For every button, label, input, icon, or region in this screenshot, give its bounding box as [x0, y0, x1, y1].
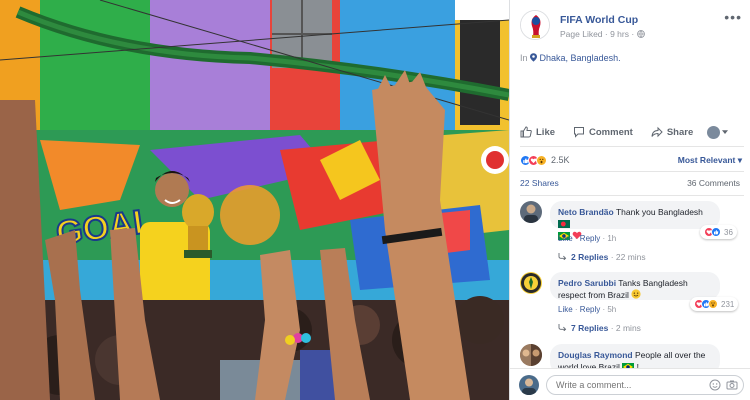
wow-reaction-icon[interactable] — [536, 154, 547, 166]
share-label: Share — [666, 126, 694, 138]
reply-arrow-icon — [558, 324, 567, 332]
globe-icon — [636, 30, 645, 38]
comment-meta: Like · Reply · 1h — [558, 234, 617, 243]
post-viewer: GOAL FIFA World Cup Page Liked · 9 hrs ·… — [0, 0, 750, 400]
comment-author[interactable]: Neto Brandão — [558, 207, 614, 217]
replies-time: 22 mins — [615, 252, 646, 262]
comments-count-link[interactable]: 36 Comments — [687, 178, 740, 188]
location-prefix: In — [520, 53, 531, 63]
comment-like-link[interactable]: Like — [558, 305, 573, 314]
map-pin-icon — [530, 53, 538, 62]
comment-label: Comment — [589, 126, 633, 138]
comment-bubble: Douglas Raymond People all over the worl… — [550, 344, 720, 368]
wow-reaction-icon — [708, 299, 718, 309]
comment-author[interactable]: Douglas Raymond — [558, 350, 633, 360]
comment-reply-link[interactable]: Reply — [580, 234, 600, 243]
post-meta: Page Liked · 9 hrs · — [560, 29, 645, 39]
page-name-link[interactable]: FIFA World Cup — [560, 14, 638, 26]
post-location: In Dhaka, Bangladesh. — [520, 53, 621, 63]
comment-sort-dropdown[interactable]: Most Relevant ▾ — [678, 155, 742, 166]
divider — [520, 146, 744, 147]
comment-bubble-icon — [574, 127, 585, 138]
comment-reactions[interactable]: 231 — [690, 297, 739, 311]
reactions-summary: 2.5K Most Relevant ▾ — [520, 153, 742, 167]
page-avatar[interactable] — [520, 10, 550, 40]
more-options-button[interactable]: ••• — [724, 10, 742, 24]
composer-icons — [709, 379, 738, 391]
view-replies-link[interactable]: 7 Replies · 2 mins — [558, 323, 641, 333]
comment-time[interactable]: 1h — [607, 234, 616, 243]
crowd-celebration-image: GOAL — [0, 0, 509, 400]
shares-count-link[interactable]: 22 Shares — [520, 178, 559, 188]
user-avatar-small — [707, 125, 721, 139]
commenter-avatar[interactable] — [520, 344, 542, 366]
replies-time: 2 mins — [615, 323, 641, 333]
post-meta-text: Page Liked · 9 hrs · — [560, 29, 637, 39]
smiley-emoji-icon — [631, 289, 641, 300]
comment-time[interactable]: 5h — [607, 305, 616, 314]
reaction-count[interactable]: 2.5K — [551, 155, 570, 165]
replies-count: 2 Replies — [571, 252, 609, 262]
view-replies-link[interactable]: 2 Replies · 22 mins — [558, 252, 646, 262]
divider — [520, 195, 744, 196]
like-reaction-icon — [711, 227, 721, 237]
post-header: FIFA World Cup Page Liked · 9 hrs · ••• — [520, 10, 744, 44]
bangladesh-flag-icon — [558, 219, 570, 228]
comment-composer — [510, 368, 750, 400]
share-arrow-icon — [651, 126, 663, 138]
camera-icon[interactable] — [726, 379, 738, 391]
world-cup-logo-icon — [521, 11, 549, 39]
comment-reply-link[interactable]: Reply — [580, 305, 600, 314]
commenter-avatar[interactable] — [520, 201, 542, 223]
emoji-icon[interactable] — [709, 379, 721, 391]
comment-button[interactable]: Comment — [573, 126, 633, 138]
user-avatar — [519, 375, 539, 395]
reply-arrow-icon — [558, 253, 567, 261]
replies-count: 7 Replies — [571, 323, 609, 333]
caret-down-icon — [722, 129, 729, 134]
commenter-avatar[interactable] — [520, 272, 542, 294]
post-side-panel: FIFA World Cup Page Liked · 9 hrs · ••• … — [509, 0, 750, 400]
comment-meta: Like · Reply · 5h — [558, 305, 617, 314]
share-button[interactable]: Share — [651, 126, 693, 138]
post-actions: Like Comment Share — [520, 123, 744, 141]
thumbs-up-icon — [520, 126, 532, 138]
comment-text: Thank you Bangladesh — [613, 207, 703, 217]
like-label: Like — [536, 126, 556, 138]
divider — [520, 171, 744, 172]
like-button[interactable]: Like — [520, 126, 555, 138]
location-link[interactable]: Dhaka, Bangladesh. — [540, 53, 621, 63]
comment-author[interactable]: Pedro Sarubbi — [558, 278, 616, 288]
comment-bubble: Neto Brandão Thank you Bangladesh — [550, 201, 720, 240]
post-as-selector[interactable] — [707, 125, 729, 139]
comment-item: Douglas Raymond People all over the worl… — [520, 344, 744, 368]
comment-bubble: Pedro Sarubbi Tanks Bangladesh respect f… — [550, 272, 720, 300]
comment-item: Neto Brandão Thank you Bangladesh 36 Lik… — [520, 201, 744, 262]
comment-reactions[interactable]: 36 — [700, 225, 737, 239]
comment-item: Pedro Sarubbi Tanks Bangladesh respect f… — [520, 272, 744, 334]
comment-reaction-count: 231 — [721, 299, 735, 309]
comment-like-link[interactable]: Like — [558, 234, 573, 243]
comment-reaction-count: 36 — [724, 227, 733, 237]
post-photo[interactable]: GOAL — [0, 0, 509, 400]
